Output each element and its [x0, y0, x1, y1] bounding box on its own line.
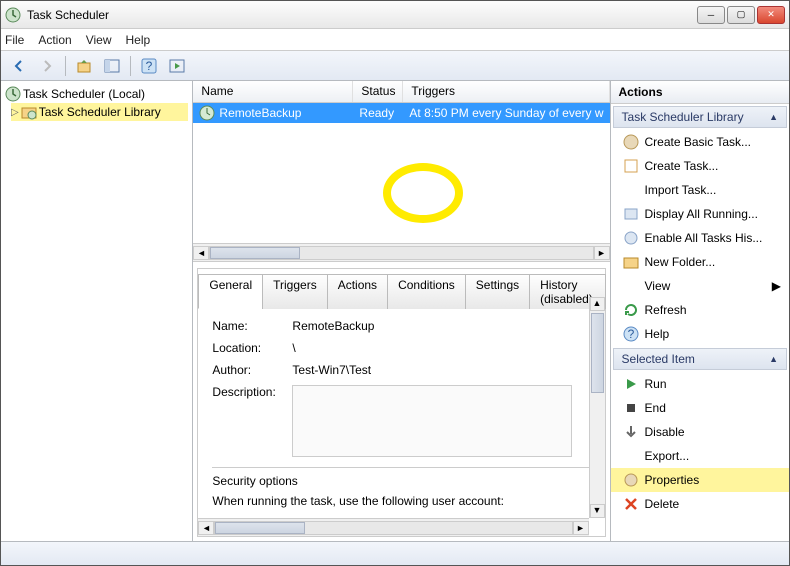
- help-icon[interactable]: ?: [137, 54, 161, 78]
- description-label: Description:: [212, 385, 292, 457]
- action-run[interactable]: Run: [611, 372, 789, 396]
- wizard-icon: [623, 134, 639, 150]
- task-row[interactable]: RemoteBackup Ready At 8:50 PM every Sund…: [193, 103, 609, 123]
- action-export[interactable]: Export...: [611, 444, 789, 468]
- maximize-button[interactable]: ▢: [727, 6, 755, 24]
- toolbar: ?: [1, 51, 789, 81]
- history-icon: [623, 230, 639, 246]
- name-value: RemoteBackup: [292, 319, 590, 333]
- blank-icon: [623, 182, 639, 198]
- task-icon: [623, 158, 639, 174]
- description-box[interactable]: [292, 385, 572, 457]
- action-refresh[interactable]: Refresh: [611, 298, 789, 322]
- action-view[interactable]: View▶: [611, 274, 789, 298]
- action-create-task[interactable]: Create Task...: [611, 154, 789, 178]
- task-list-hscroll[interactable]: ◄►: [193, 243, 609, 261]
- security-header: Security options: [212, 474, 590, 488]
- collapse-icon: ▲: [769, 112, 778, 122]
- tab-general-body: Name:RemoteBackup Location:\ Author:Test…: [198, 309, 604, 536]
- action-display-running[interactable]: Display All Running...: [611, 202, 789, 226]
- svg-text:?: ?: [146, 59, 153, 73]
- security-text: When running the task, use the following…: [212, 494, 590, 508]
- stop-icon: [623, 400, 639, 416]
- close-button[interactable]: ✕: [757, 6, 785, 24]
- actions-pane: Actions Task Scheduler Library▲ Create B…: [610, 81, 789, 541]
- task-row-trigger: At 8:50 PM every Sunday of every w: [409, 106, 603, 120]
- svg-text:?: ?: [627, 327, 634, 341]
- action-properties[interactable]: Properties: [611, 468, 789, 492]
- main-area: Task Scheduler (Local) ▷ Task Scheduler …: [1, 81, 789, 541]
- tab-triggers[interactable]: Triggers: [262, 274, 328, 309]
- tab-conditions[interactable]: Conditions: [387, 274, 466, 309]
- action-disable[interactable]: Disable: [611, 420, 789, 444]
- task-list: Name Status Triggers RemoteBackup Ready …: [193, 81, 609, 262]
- col-name[interactable]: Name: [193, 81, 353, 102]
- menu-action[interactable]: Action: [38, 33, 71, 47]
- up-button[interactable]: [72, 54, 96, 78]
- blank-icon: [623, 278, 639, 294]
- folder-icon: [623, 254, 639, 270]
- location-label: Location:: [212, 341, 292, 355]
- actions-title: Actions: [611, 81, 789, 104]
- details-vscroll[interactable]: ▲▼: [589, 297, 605, 518]
- minimize-button[interactable]: ─: [697, 6, 725, 24]
- clock-icon: [5, 86, 21, 102]
- menu-file[interactable]: File: [5, 33, 24, 47]
- tab-general[interactable]: General: [198, 274, 263, 309]
- action-create-basic-task[interactable]: Create Basic Task...: [611, 130, 789, 154]
- expand-icon[interactable]: ▷: [11, 107, 19, 118]
- name-label: Name:: [212, 319, 292, 333]
- actions-section-selected[interactable]: Selected Item▲: [613, 348, 787, 370]
- delete-icon: [623, 496, 639, 512]
- play-icon: [623, 376, 639, 392]
- col-triggers[interactable]: Triggers: [403, 81, 609, 102]
- status-bar: [1, 541, 789, 565]
- submenu-arrow-icon: ▶: [772, 279, 781, 293]
- clock-icon: [199, 105, 215, 121]
- title-bar: Task Scheduler ─ ▢ ✕: [1, 1, 789, 29]
- window-title: Task Scheduler: [27, 8, 697, 22]
- col-status[interactable]: Status: [353, 81, 403, 102]
- tree-root-label: Task Scheduler (Local): [23, 87, 145, 101]
- content-pane: Name Status Triggers RemoteBackup Ready …: [193, 81, 609, 541]
- back-button[interactable]: [7, 54, 31, 78]
- tree-library[interactable]: ▷ Task Scheduler Library: [11, 103, 188, 121]
- help-icon: ?: [623, 326, 639, 342]
- task-row-status: Ready: [359, 106, 394, 120]
- tree-root[interactable]: Task Scheduler (Local): [5, 85, 188, 103]
- menu-view[interactable]: View: [86, 33, 112, 47]
- author-label: Author:: [212, 363, 292, 377]
- tree-library-label: Task Scheduler Library: [39, 105, 161, 119]
- menu-help[interactable]: Help: [126, 33, 151, 47]
- clock-icon: [5, 7, 21, 23]
- action-help[interactable]: ?Help: [611, 322, 789, 346]
- task-list-header: Name Status Triggers: [193, 81, 609, 103]
- tree-pane: Task Scheduler (Local) ▷ Task Scheduler …: [1, 81, 193, 541]
- refresh-icon: [623, 302, 639, 318]
- forward-button[interactable]: [35, 54, 59, 78]
- menu-bar: File Action View Help: [1, 29, 789, 51]
- disable-icon: [623, 424, 639, 440]
- action-delete[interactable]: Delete: [611, 492, 789, 516]
- run-icon[interactable]: [165, 54, 189, 78]
- action-import-task[interactable]: Import Task...: [611, 178, 789, 202]
- tabs: General Triggers Actions Conditions Sett…: [198, 269, 604, 309]
- action-new-folder[interactable]: New Folder...: [611, 250, 789, 274]
- panel-icon[interactable]: [100, 54, 124, 78]
- folder-clock-icon: [21, 104, 37, 120]
- action-enable-history[interactable]: Enable All Tasks His...: [611, 226, 789, 250]
- details-hscroll[interactable]: ◄►: [198, 518, 588, 536]
- author-value: Test-Win7\Test: [292, 363, 590, 377]
- action-end[interactable]: End: [611, 396, 789, 420]
- tab-actions[interactable]: Actions: [327, 274, 388, 309]
- actions-section-library[interactable]: Task Scheduler Library▲: [613, 106, 787, 128]
- tab-settings[interactable]: Settings: [465, 274, 530, 309]
- details-pane: General Triggers Actions Conditions Sett…: [197, 268, 605, 537]
- location-value: \: [292, 341, 590, 355]
- blank-icon: [623, 448, 639, 464]
- task-row-name: RemoteBackup: [219, 106, 301, 120]
- list-icon: [623, 206, 639, 222]
- properties-icon: [623, 472, 639, 488]
- collapse-icon: ▲: [769, 354, 778, 364]
